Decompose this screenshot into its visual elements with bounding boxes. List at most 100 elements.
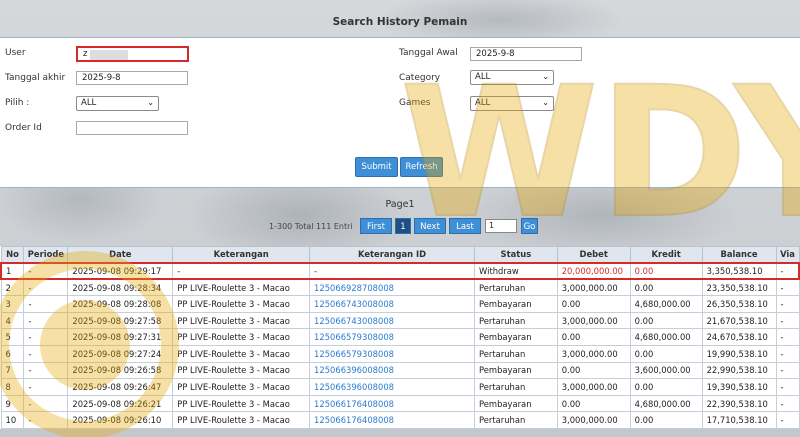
row-balance: 19,390,538.10: [701, 378, 777, 396]
page-title: Search History Pemain: [332, 16, 468, 28]
row-keterangan: PP LIVE-Roulette 3 - Macao: [172, 394, 311, 413]
row-status: Withdraw: [474, 261, 558, 281]
row-periode: -: [23, 344, 69, 363]
row-keterangan: PP LIVE-Roulette 3 - Macao: [172, 328, 311, 346]
tanggal-akhir-value: 2025-9-8: [82, 73, 121, 83]
row-date: 2025-09-08 09:26:58: [67, 361, 174, 380]
games-select[interactable]: ALL ⌄: [470, 96, 554, 111]
row-keterangan: PP LIVE-Roulette 3 - Macao: [172, 311, 311, 330]
table-row[interactable]: 9-2025-09-08 09:26:21 PP LIVE-Roulette 3 …: [0, 394, 800, 413]
row-debet: 0.00: [556, 295, 631, 313]
row-via: -: [775, 328, 800, 346]
row-status: Pembayaran: [474, 295, 558, 313]
row-keterangan-id[interactable]: 125066743008008: [309, 311, 476, 330]
category-label: Category: [399, 73, 441, 83]
submit-button[interactable]: Submit: [355, 157, 398, 177]
row-status: Pembayaran: [474, 361, 558, 380]
go-button[interactable]: Go: [521, 218, 538, 234]
row-status: Pertaruhan: [474, 311, 558, 330]
row-periode: -: [23, 328, 69, 346]
refresh-button[interactable]: Refresh: [400, 157, 443, 177]
row-kredit: 0.00: [629, 278, 703, 297]
category-select[interactable]: ALL ⌄: [470, 70, 554, 85]
category-value: ALL: [475, 72, 491, 82]
pilih-select[interactable]: ALL ⌄: [76, 96, 159, 111]
table-row[interactable]: 8-2025-09-08 09:26:47 PP LIVE-Roulette 3 …: [0, 378, 800, 396]
row-debet: 20,000,000.00: [556, 261, 631, 281]
table-row[interactable]: 3-2025-09-08 09:28:08 PP LIVE-Roulette 3 …: [0, 295, 800, 313]
tanggal-awal-input[interactable]: 2025-9-8: [470, 47, 582, 61]
column-header[interactable]: Periode: [23, 246, 69, 263]
table-header-row: No Periode Date Keterangan Keterangan ID Stat…: [0, 246, 800, 263]
row-date: 2025-09-08 09:26:21: [67, 394, 174, 413]
row-keterangan-id[interactable]: 125066928708008: [309, 278, 476, 297]
table-row[interactable]: 2-2025-09-08 09:28:34 PP LIVE-Roulette 3 …: [0, 278, 800, 297]
tanggal-akhir-input[interactable]: 2025-9-8: [76, 71, 188, 85]
row-keterangan: PP LIVE-Roulette 3 - Macao: [172, 295, 311, 313]
row-number: 3: [0, 295, 25, 313]
row-keterangan-id[interactable]: 125066396008008: [309, 361, 476, 380]
row-status: Pembayaran: [474, 328, 558, 346]
row-keterangan-id[interactable]: 125066743008008: [309, 295, 476, 313]
page-number-input[interactable]: 1: [485, 219, 517, 233]
last-page-button[interactable]: Last: [449, 218, 481, 234]
user-input-value: z: [83, 49, 88, 59]
column-header[interactable]: Balance: [701, 246, 777, 263]
row-status: Pertaruhan: [474, 411, 558, 429]
row-number: 7: [0, 361, 25, 380]
row-balance: 21,670,538.10: [701, 311, 777, 330]
order-id-input[interactable]: [76, 121, 188, 135]
tanggal-awal-label: Tanggal Awal: [399, 48, 458, 58]
row-keterangan-id[interactable]: 125066579308008: [309, 328, 476, 346]
row-debet: 3,000,000.00: [556, 311, 631, 330]
row-via: -: [775, 394, 800, 413]
table-row[interactable]: 4-2025-09-08 09:27:58 PP LIVE-Roulette 3 …: [0, 311, 800, 330]
row-number: 6: [0, 344, 25, 363]
row-keterangan-id[interactable]: 125066176408008: [309, 394, 476, 413]
row-periode: -: [23, 361, 69, 380]
table-row[interactable]: 5-2025-09-08 09:27:31 PP LIVE-Roulette 3 …: [0, 328, 800, 346]
row-keterangan-id[interactable]: 125066579308008: [309, 344, 476, 363]
row-balance: 17,710,538.10: [701, 411, 777, 429]
row-number: 8: [0, 378, 25, 396]
row-periode: -: [23, 394, 69, 413]
row-kredit: 3,600,000.00: [629, 361, 703, 380]
column-header[interactable]: Date: [67, 246, 174, 263]
column-header[interactable]: Debet: [556, 246, 631, 263]
history-table: No Periode Date Keterangan Keterangan ID Stat…: [0, 246, 800, 429]
page-indicator: Page1: [385, 199, 415, 210]
row-periode: -: [23, 378, 69, 396]
table-row[interactable]: 1-2025-09-08 09:29:17- - Withdraw 20,000,00…: [0, 261, 800, 281]
row-via: -: [775, 311, 800, 330]
row-periode: -: [23, 261, 69, 281]
row-kredit: 0.00: [629, 261, 703, 281]
column-header[interactable]: Status: [474, 246, 558, 263]
row-via: -: [775, 261, 800, 281]
table-row[interactable]: 10-2025-09-08 09:26:10 PP LIVE-Roulette 3…: [0, 411, 800, 429]
user-input[interactable]: z: [76, 46, 189, 62]
column-header[interactable]: No: [0, 246, 25, 263]
column-header[interactable]: Via: [775, 246, 800, 263]
row-keterangan-id[interactable]: 125066176408008: [309, 411, 476, 429]
row-balance: 24,670,538.10: [701, 328, 777, 346]
row-number: 4: [0, 311, 25, 330]
row-balance: 22,390,538.10: [701, 394, 777, 413]
first-page-button[interactable]: First: [360, 218, 392, 234]
row-balance: 26,350,538.10: [701, 295, 777, 313]
current-page-button[interactable]: 1: [395, 218, 411, 234]
column-header[interactable]: Keterangan ID: [309, 246, 476, 263]
row-via: -: [775, 361, 800, 380]
row-number: 5: [0, 328, 25, 346]
row-kredit: 4,680,000.00: [629, 394, 703, 413]
row-keterangan-id[interactable]: 125066396008008: [309, 378, 476, 396]
row-kredit: 0.00: [629, 378, 703, 396]
next-page-button[interactable]: Next: [414, 218, 446, 234]
table-row[interactable]: 7-2025-09-08 09:26:58 PP LIVE-Roulette 3 …: [0, 361, 800, 380]
table-row[interactable]: 6-2025-09-08 09:27:24 PP LIVE-Roulette 3 …: [0, 344, 800, 363]
row-kredit: 0.00: [629, 344, 703, 363]
column-header[interactable]: Keterangan: [172, 246, 311, 263]
row-kredit: 4,680,000.00: [629, 295, 703, 313]
row-date: 2025-09-08 09:29:17: [67, 261, 174, 281]
row-via: -: [775, 278, 800, 297]
column-header[interactable]: Kredit: [629, 246, 703, 263]
